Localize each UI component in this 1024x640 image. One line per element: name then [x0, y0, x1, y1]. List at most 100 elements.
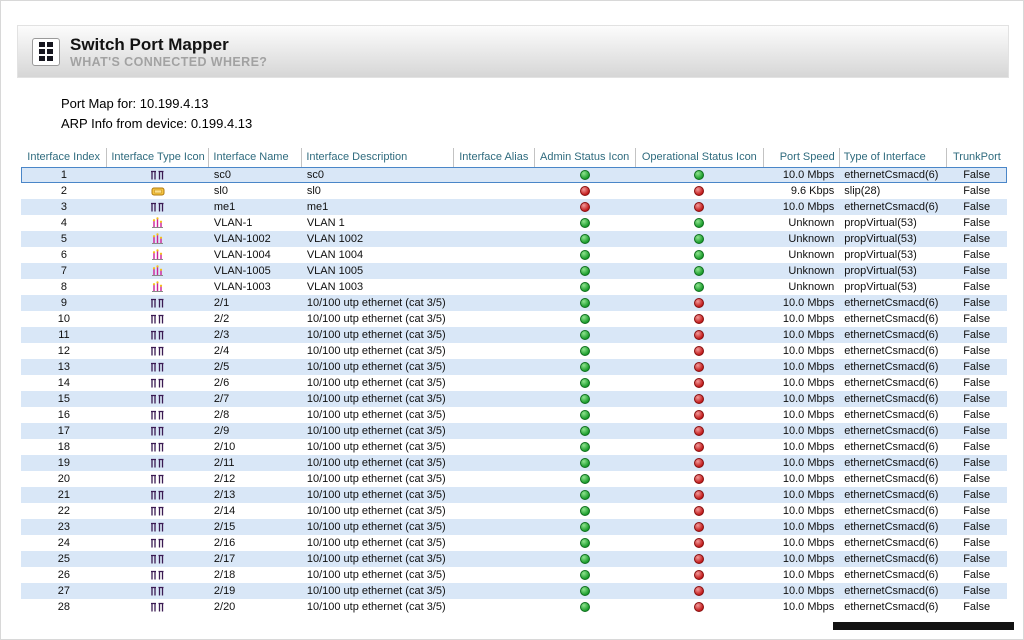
cell-operational-status: [635, 583, 763, 599]
red-status-icon: [694, 586, 704, 596]
cell-interface-index: 22: [21, 503, 107, 519]
cell-port-speed: 10.0 Mbps: [763, 327, 839, 343]
cell-interface-description: 10/100 utp ethernet (cat 3/5): [302, 407, 454, 423]
column-header[interactable]: Interface Type Icon: [107, 148, 209, 167]
cell-interface-description: 10/100 utp ethernet (cat 3/5): [302, 455, 454, 471]
cell-port-speed: Unknown: [763, 215, 839, 231]
table-row[interactable]: 232/1510/100 utp ethernet (cat 3/5)10.0 …: [21, 519, 1007, 535]
table-row[interactable]: 282/2010/100 utp ethernet (cat 3/5)10.0 …: [21, 599, 1007, 615]
cell-port-speed: 10.0 Mbps: [763, 199, 839, 215]
cell-admin-status: [534, 167, 635, 183]
column-header[interactable]: Admin Status Icon: [534, 148, 635, 167]
cell-trunkport: False: [946, 327, 1007, 343]
cell-interface-type-icon: [107, 199, 209, 215]
red-status-icon: [694, 538, 704, 548]
table-row[interactable]: 112/310/100 utp ethernet (cat 3/5)10.0 M…: [21, 327, 1007, 343]
table-row[interactable]: 262/1810/100 utp ethernet (cat 3/5)10.0 …: [21, 567, 1007, 583]
bottom-dark-strip: [833, 622, 1014, 630]
table-row[interactable]: 132/510/100 utp ethernet (cat 3/5)10.0 M…: [21, 359, 1007, 375]
green-status-icon: [580, 458, 590, 468]
table-row[interactable]: 242/1610/100 utp ethernet (cat 3/5)10.0 …: [21, 535, 1007, 551]
table-row[interactable]: 1sc0sc010.0 MbpsethernetCsmacd(6)False: [21, 167, 1007, 183]
column-header[interactable]: TrunkPort: [946, 148, 1007, 167]
table-row[interactable]: 142/610/100 utp ethernet (cat 3/5)10.0 M…: [21, 375, 1007, 391]
cell-trunkport: False: [946, 583, 1007, 599]
table-row[interactable]: 3me1me110.0 MbpsethernetCsmacd(6)False: [21, 199, 1007, 215]
table-row[interactable]: 5VLAN-1002VLAN 1002UnknownpropVirtual(53…: [21, 231, 1007, 247]
green-status-icon: [580, 410, 590, 420]
table-row[interactable]: 122/410/100 utp ethernet (cat 3/5)10.0 M…: [21, 343, 1007, 359]
cell-interface-index: 11: [21, 327, 107, 343]
cell-port-speed: 10.0 Mbps: [763, 343, 839, 359]
red-status-icon: [694, 426, 704, 436]
cell-interface-alias: [453, 295, 534, 311]
cell-operational-status: [635, 599, 763, 615]
cell-port-speed: 10.0 Mbps: [763, 167, 839, 183]
cell-admin-status: [534, 215, 635, 231]
cell-interface-type-icon: [107, 519, 209, 535]
cell-interface-name: me1: [209, 199, 302, 215]
cell-trunkport: False: [946, 551, 1007, 567]
table-row[interactable]: 102/210/100 utp ethernet (cat 3/5)10.0 M…: [21, 311, 1007, 327]
cell-trunkport: False: [946, 535, 1007, 551]
nic-icon: [150, 425, 165, 437]
cell-operational-status: [635, 471, 763, 487]
nic-icon: [150, 521, 165, 533]
cell-interface-type-icon: [107, 231, 209, 247]
cell-interface-index: 26: [21, 567, 107, 583]
table-row[interactable]: 7VLAN-1005VLAN 1005UnknownpropVirtual(53…: [21, 263, 1007, 279]
nic-icon: [150, 313, 165, 325]
cell-interface-alias: [453, 167, 534, 183]
table-row[interactable]: 252/1710/100 utp ethernet (cat 3/5)10.0 …: [21, 551, 1007, 567]
cell-interface-index: 3: [21, 199, 107, 215]
column-header[interactable]: Interface Description: [302, 148, 454, 167]
cell-interface-description: 10/100 utp ethernet (cat 3/5): [302, 375, 454, 391]
cell-operational-status: [635, 199, 763, 215]
app-subtitle: WHAT'S CONNECTED WHERE?: [70, 55, 267, 69]
cell-interface-name: 2/16: [209, 535, 302, 551]
cell-operational-status: [635, 535, 763, 551]
cell-operational-status: [635, 503, 763, 519]
cell-trunkport: False: [946, 423, 1007, 439]
cell-interface-type-icon: [107, 279, 209, 295]
table-row[interactable]: 6VLAN-1004VLAN 1004UnknownpropVirtual(53…: [21, 247, 1007, 263]
table-row[interactable]: 222/1410/100 utp ethernet (cat 3/5)10.0 …: [21, 503, 1007, 519]
cell-interface-alias: [453, 279, 534, 295]
table-row[interactable]: 192/1110/100 utp ethernet (cat 3/5)10.0 …: [21, 455, 1007, 471]
column-header[interactable]: Type of Interface: [839, 148, 946, 167]
table-row[interactable]: 152/710/100 utp ethernet (cat 3/5)10.0 M…: [21, 391, 1007, 407]
app-window: Switch Port Mapper WHAT'S CONNECTED WHER…: [0, 0, 1024, 640]
table-row[interactable]: 4VLAN-1VLAN 1UnknownpropVirtual(53)False: [21, 215, 1007, 231]
column-header[interactable]: Interface Alias: [453, 148, 534, 167]
table-row[interactable]: 212/1310/100 utp ethernet (cat 3/5)10.0 …: [21, 487, 1007, 503]
green-status-icon: [580, 426, 590, 436]
table-row[interactable]: 2sl0sl09.6 Kbpsslip(28)False: [21, 183, 1007, 199]
green-status-icon: [580, 218, 590, 228]
column-header[interactable]: Operational Status Icon: [635, 148, 763, 167]
column-header[interactable]: Port Speed: [763, 148, 839, 167]
cell-trunkport: False: [946, 599, 1007, 615]
green-status-icon: [580, 490, 590, 500]
table-row[interactable]: 202/1210/100 utp ethernet (cat 3/5)10.0 …: [21, 471, 1007, 487]
table-row[interactable]: 182/1010/100 utp ethernet (cat 3/5)10.0 …: [21, 439, 1007, 455]
green-status-icon: [580, 282, 590, 292]
cell-interface-type-icon: [107, 295, 209, 311]
table-row[interactable]: 272/1910/100 utp ethernet (cat 3/5)10.0 …: [21, 583, 1007, 599]
table-row[interactable]: 8VLAN-1003VLAN 1003UnknownpropVirtual(53…: [21, 279, 1007, 295]
cell-interface-name: VLAN-1005: [209, 263, 302, 279]
cell-interface-type-icon: [107, 487, 209, 503]
cell-operational-status: [635, 343, 763, 359]
column-header[interactable]: Interface Index: [21, 148, 107, 167]
cell-interface-type-icon: [107, 375, 209, 391]
cell-interface-name: 2/7: [209, 391, 302, 407]
column-header[interactable]: Interface Name: [209, 148, 302, 167]
cell-interface-alias: [453, 503, 534, 519]
green-status-icon: [580, 474, 590, 484]
cell-interface-description: 10/100 utp ethernet (cat 3/5): [302, 311, 454, 327]
cell-type-of-interface: ethernetCsmacd(6): [839, 487, 946, 503]
table-row[interactable]: 92/110/100 utp ethernet (cat 3/5)10.0 Mb…: [21, 295, 1007, 311]
cell-port-speed: 10.0 Mbps: [763, 375, 839, 391]
table-row[interactable]: 172/910/100 utp ethernet (cat 3/5)10.0 M…: [21, 423, 1007, 439]
cell-type-of-interface: ethernetCsmacd(6): [839, 295, 946, 311]
table-row[interactable]: 162/810/100 utp ethernet (cat 3/5)10.0 M…: [21, 407, 1007, 423]
